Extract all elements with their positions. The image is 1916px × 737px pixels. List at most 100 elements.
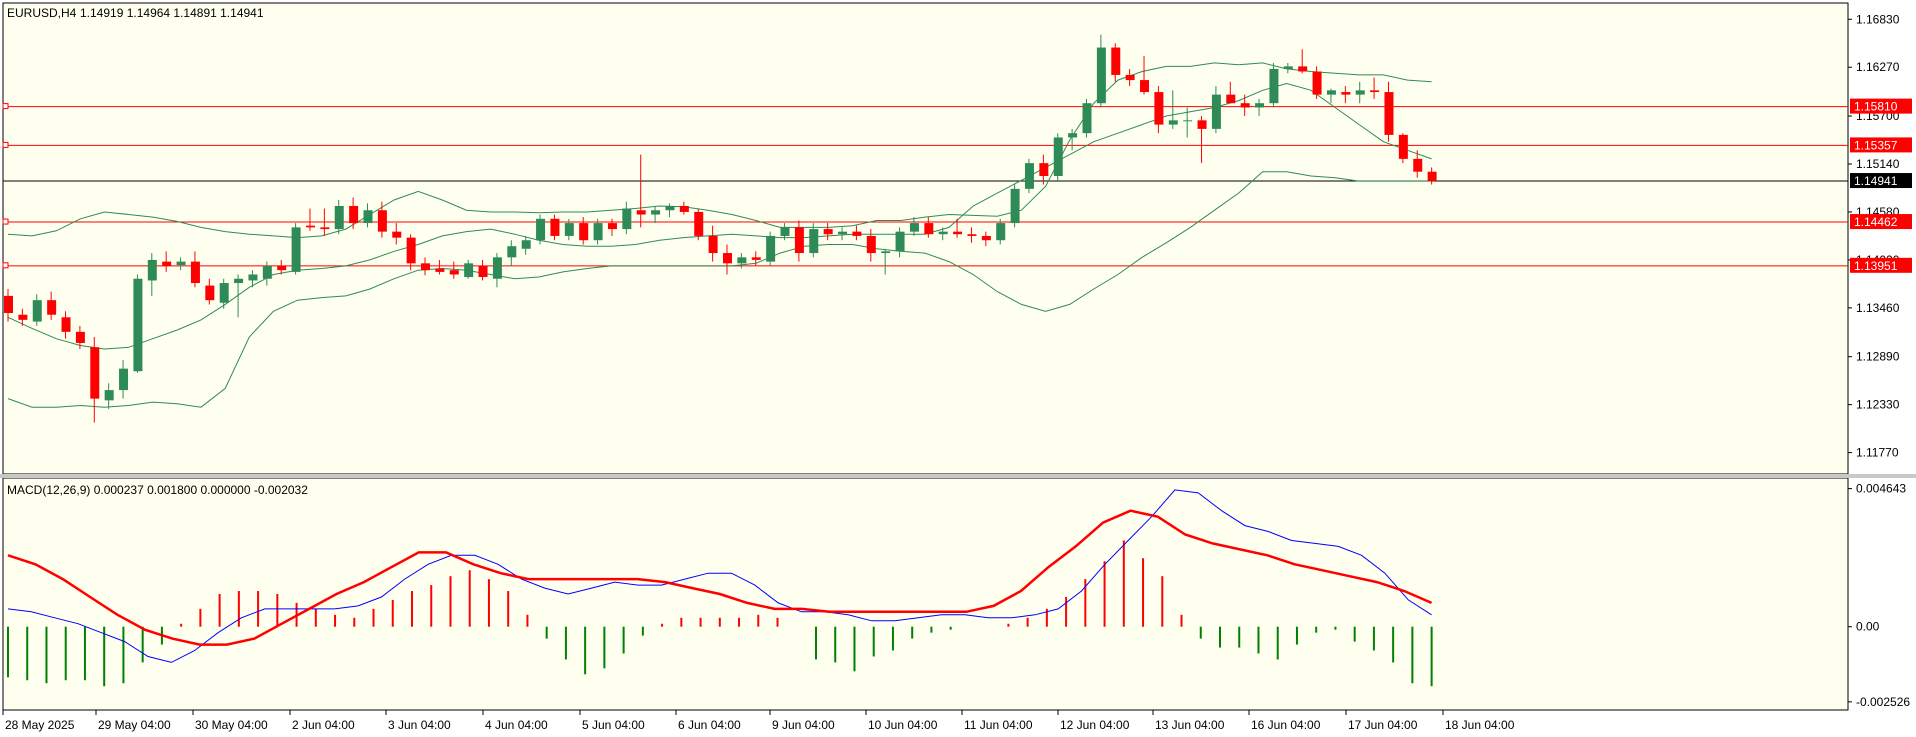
- bear-candle[interactable]: [349, 205, 359, 224]
- bear-candle[interactable]: [478, 265, 488, 278]
- bear-candle[interactable]: [75, 331, 85, 343]
- bear-candle[interactable]: [190, 261, 200, 284]
- bull-candle[interactable]: [291, 227, 301, 272]
- bull-candle[interactable]: [248, 274, 258, 281]
- bull-candle[interactable]: [996, 223, 1006, 241]
- bull-candle[interactable]: [1183, 120, 1193, 122]
- bull-candle[interactable]: [1283, 66, 1293, 69]
- bull-candle[interactable]: [176, 261, 186, 266]
- bear-candle[interactable]: [1427, 171, 1437, 182]
- bull-candle[interactable]: [895, 231, 905, 252]
- bear-candle[interactable]: [967, 234, 977, 236]
- bull-candle[interactable]: [464, 263, 474, 278]
- bear-candle[interactable]: [1197, 120, 1207, 129]
- bull-candle[interactable]: [780, 227, 790, 236]
- bear-candle[interactable]: [1154, 92, 1164, 125]
- bear-candle[interactable]: [377, 210, 387, 232]
- bear-candle[interactable]: [449, 270, 459, 275]
- bear-candle[interactable]: [1039, 163, 1049, 176]
- bear-candle[interactable]: [421, 263, 431, 271]
- bear-candle[interactable]: [708, 235, 718, 254]
- bull-candle[interactable]: [119, 368, 129, 391]
- bull-candle[interactable]: [881, 251, 891, 254]
- level-handle[interactable]: [2, 103, 9, 110]
- bear-candle[interactable]: [392, 231, 402, 238]
- bull-candle[interactable]: [651, 210, 661, 215]
- bull-candle[interactable]: [766, 235, 776, 262]
- bull-candle[interactable]: [1269, 68, 1279, 104]
- bear-candle[interactable]: [1370, 90, 1380, 93]
- bear-candle[interactable]: [1384, 92, 1394, 135]
- bull-candle[interactable]: [521, 240, 531, 249]
- bear-candle[interactable]: [1240, 103, 1250, 108]
- bull-candle[interactable]: [1096, 47, 1106, 104]
- bull-candle[interactable]: [1082, 103, 1092, 134]
- bull-candle[interactable]: [564, 223, 574, 236]
- bear-candle[interactable]: [277, 265, 287, 271]
- bear-candle[interactable]: [162, 261, 172, 266]
- bear-candle[interactable]: [4, 295, 13, 314]
- bull-candle[interactable]: [363, 210, 373, 224]
- bear-candle[interactable]: [852, 231, 862, 236]
- bull-candle[interactable]: [737, 257, 747, 264]
- bear-candle[interactable]: [953, 231, 963, 235]
- bear-candle[interactable]: [1341, 92, 1351, 95]
- bear-candle[interactable]: [90, 347, 100, 399]
- bear-candle[interactable]: [550, 218, 560, 236]
- level-handle[interactable]: [2, 218, 9, 225]
- bear-candle[interactable]: [1140, 80, 1150, 93]
- bull-candle[interactable]: [507, 246, 517, 258]
- bull-candle[interactable]: [909, 223, 919, 232]
- bull-candle[interactable]: [622, 208, 632, 230]
- bear-candle[interactable]: [866, 235, 876, 254]
- bull-candle[interactable]: [262, 265, 272, 279]
- level-handle[interactable]: [2, 262, 9, 269]
- bear-candle[interactable]: [205, 285, 215, 301]
- bear-candle[interactable]: [47, 300, 57, 315]
- bear-candle[interactable]: [607, 223, 617, 230]
- bear-candle[interactable]: [1111, 47, 1121, 75]
- bear-candle[interactable]: [61, 317, 71, 332]
- bull-candle[interactable]: [1355, 90, 1365, 95]
- bear-candle[interactable]: [679, 205, 689, 212]
- bull-candle[interactable]: [1024, 163, 1034, 189]
- bear-candle[interactable]: [751, 257, 761, 260]
- bull-candle[interactable]: [334, 205, 344, 230]
- bull-candle[interactable]: [133, 278, 143, 372]
- bull-candle[interactable]: [147, 259, 157, 281]
- bull-candle[interactable]: [219, 283, 229, 303]
- bear-candle[interactable]: [320, 227, 330, 230]
- bull-candle[interactable]: [938, 231, 948, 235]
- bear-candle[interactable]: [406, 237, 416, 264]
- level-handle[interactable]: [2, 141, 9, 148]
- bear-candle[interactable]: [723, 253, 732, 264]
- bear-candle[interactable]: [1298, 66, 1308, 72]
- bear-candle[interactable]: [18, 314, 28, 320]
- bull-candle[interactable]: [1053, 137, 1063, 176]
- bear-candle[interactable]: [924, 223, 934, 235]
- bear-candle[interactable]: [1125, 74, 1135, 81]
- bear-candle[interactable]: [823, 229, 833, 235]
- bull-candle[interactable]: [104, 390, 114, 401]
- bear-candle[interactable]: [1226, 94, 1236, 104]
- pane-separator[interactable]: [0, 474, 1916, 478]
- bear-candle[interactable]: [1398, 134, 1408, 159]
- bull-candle[interactable]: [234, 278, 244, 284]
- bull-candle[interactable]: [536, 218, 546, 241]
- bear-candle[interactable]: [579, 223, 589, 241]
- bull-candle[interactable]: [838, 231, 848, 235]
- bull-candle[interactable]: [492, 257, 502, 279]
- bear-candle[interactable]: [694, 211, 704, 236]
- bull-candle[interactable]: [593, 223, 603, 241]
- bear-candle[interactable]: [305, 225, 315, 228]
- macd-pane[interactable]: [2, 477, 1849, 711]
- bear-candle[interactable]: [981, 235, 991, 241]
- bull-candle[interactable]: [1068, 133, 1078, 138]
- bear-candle[interactable]: [636, 210, 646, 215]
- price-pane[interactable]: [2, 2, 1849, 475]
- bull-candle[interactable]: [1211, 94, 1221, 129]
- chart-window[interactable]: 1.168301.162701.157001.151401.145801.140…: [0, 0, 1916, 737]
- bull-candle[interactable]: [809, 229, 819, 254]
- bull-candle[interactable]: [1255, 103, 1265, 108]
- bear-candle[interactable]: [1413, 158, 1423, 172]
